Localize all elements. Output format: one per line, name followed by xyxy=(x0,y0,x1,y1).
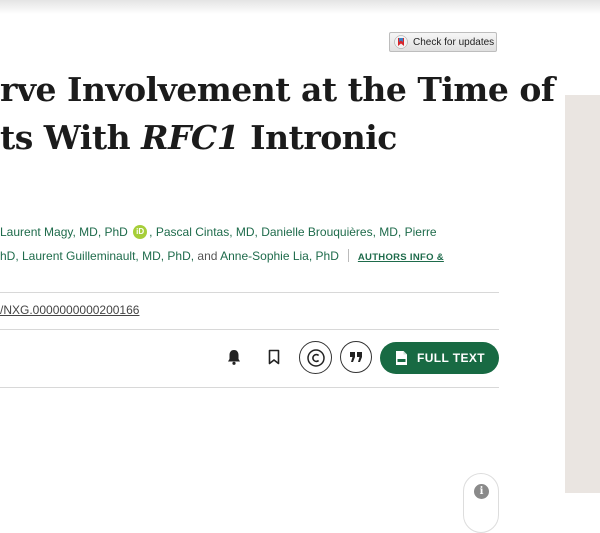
author-divider xyxy=(347,249,349,262)
doi-link[interactable]: /NXG.0000000000200166 xyxy=(0,303,139,317)
copyright-icon xyxy=(306,348,325,367)
author-link[interactable]: hD, Laurent Guilleminault, MD, PhD, xyxy=(0,249,194,263)
divider xyxy=(0,292,499,293)
cite-button[interactable] xyxy=(340,341,372,373)
author-list: Laurent Magy, MD, PhD iD, Pascal Cintas,… xyxy=(0,220,500,270)
author-line-1: Laurent Magy, MD, PhD iD, Pascal Cintas,… xyxy=(0,220,500,244)
title-line-2: ts With RFC1 Intronic xyxy=(0,114,500,162)
article-title: rve Involvement at the Time of ts With R… xyxy=(0,66,555,162)
crossmark-icon xyxy=(394,35,408,49)
divider xyxy=(0,387,499,388)
info-widget[interactable]: i xyxy=(463,473,499,533)
info-icon: i xyxy=(474,484,489,499)
title-line-2-suffix: Intronic xyxy=(239,118,397,157)
bookmark-icon[interactable] xyxy=(265,348,283,366)
title-gene-name: RFC1 xyxy=(141,118,240,157)
orcid-icon[interactable]: iD xyxy=(133,225,148,239)
check-for-updates-label: Check for updates xyxy=(413,36,495,48)
check-for-updates-button[interactable]: Check for updates xyxy=(389,32,497,52)
bell-icon[interactable] xyxy=(225,348,243,366)
full-text-label: FULL TEXT xyxy=(417,351,486,365)
quote-icon xyxy=(350,352,362,362)
title-line-2-prefix: ts With xyxy=(0,118,142,157)
authors-info-link[interactable]: AUTHORS INFO & xyxy=(358,252,444,263)
top-shadow xyxy=(0,0,600,14)
right-side-panel xyxy=(565,95,600,493)
author-link[interactable]: Anne-Sophie Lia, PhD xyxy=(220,249,339,263)
author-line-2: hD, Laurent Guilleminault, MD, PhD, and … xyxy=(0,244,500,270)
permissions-button[interactable] xyxy=(299,341,332,374)
divider xyxy=(0,329,499,330)
title-line-1: rve Involvement at the Time of xyxy=(0,70,555,109)
author-conjunction: and xyxy=(194,249,221,263)
article-toolbar: FULL TEXT xyxy=(0,340,499,380)
pdf-icon xyxy=(396,351,407,365)
author-link[interactable]: , Pascal Cintas, MD, Danielle Brouquière… xyxy=(149,225,436,239)
author-link[interactable]: Laurent Magy, MD, PhD xyxy=(0,225,128,239)
full-text-button[interactable]: FULL TEXT xyxy=(380,342,499,374)
